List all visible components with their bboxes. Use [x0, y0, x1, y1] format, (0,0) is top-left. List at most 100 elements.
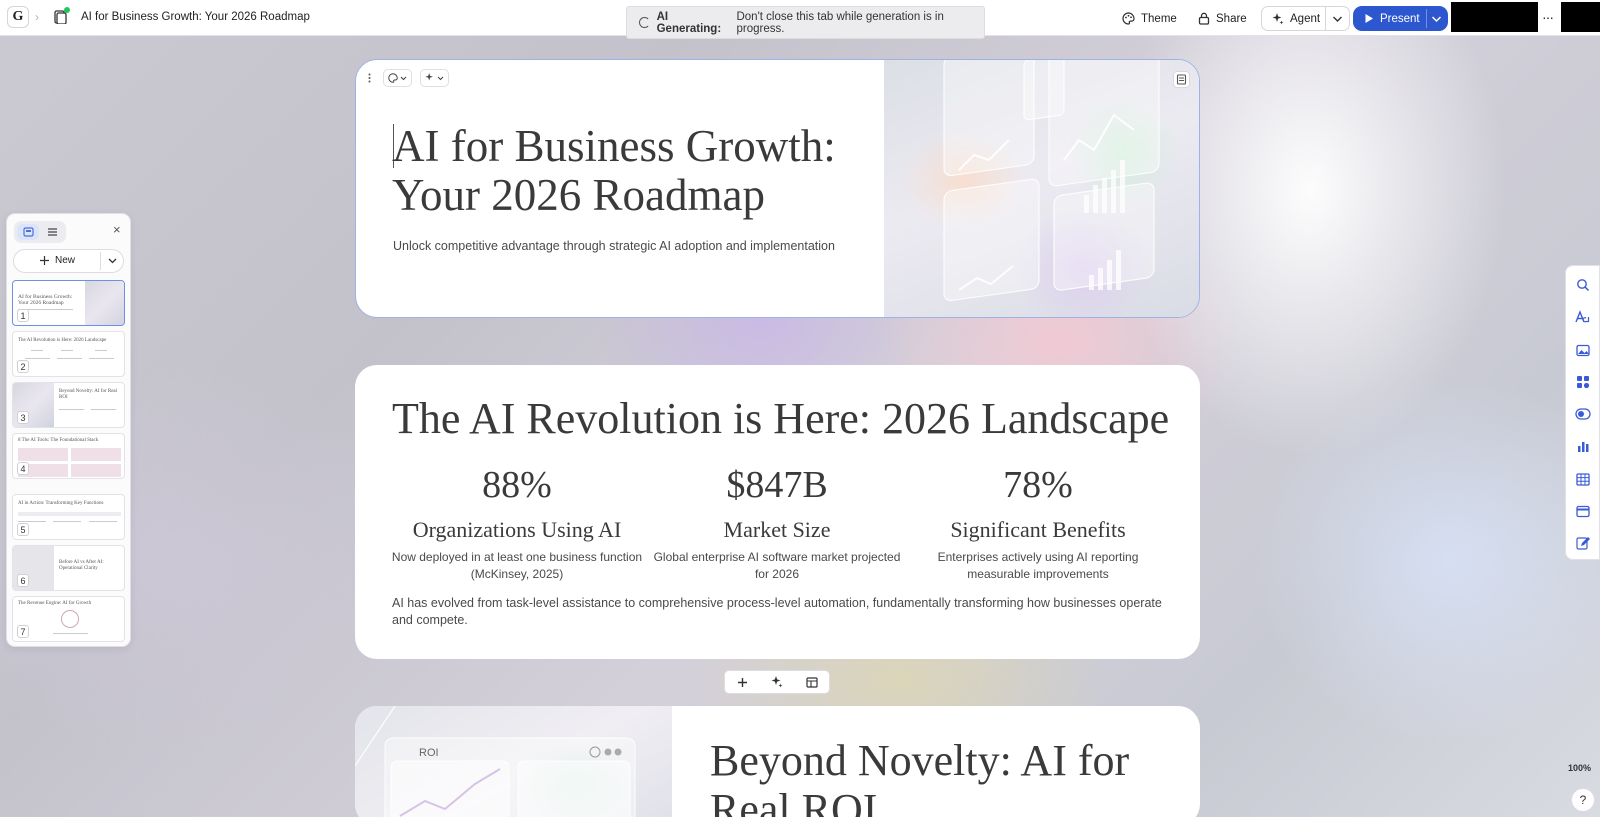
theme-button[interactable]: Theme [1114, 7, 1185, 30]
thumb-number: 5 [17, 523, 29, 536]
slide-thumbnail-6[interactable]: Before AI vs After AI: Operational Clari… [12, 545, 125, 591]
top-bar: G › AI for Business Growth: Your 2026 Ro… [0, 0, 1600, 39]
card-style-button[interactable] [383, 69, 412, 87]
stat-description: Now deployed in at least one business fu… [391, 550, 643, 581]
agent-label: Agent [1290, 12, 1321, 25]
new-chevron-down-icon[interactable] [107, 255, 118, 266]
notes-icon [1176, 74, 1187, 85]
thumb-title: Before AI vs After AI: Operational Clari… [59, 560, 104, 571]
thumb-title: AI for Business Growth: Your 2026 Roadma… [18, 294, 73, 307]
thumb-number: 7 [17, 625, 29, 638]
view-toggle [14, 221, 66, 243]
toggle-icon[interactable] [1575, 406, 1591, 422]
close-icon[interactable]: × [113, 222, 121, 237]
sparkle-icon[interactable] [771, 676, 783, 688]
new-label: New [55, 255, 76, 266]
banner-text: Don't close this tab while generation is… [736, 10, 944, 35]
thumb-title: AI in Action: Transforming Key Functions [18, 501, 104, 506]
embed-icon[interactable] [1575, 503, 1591, 519]
new-slide-group: New [13, 249, 124, 273]
plus-icon[interactable] [737, 677, 748, 688]
lock-icon [1198, 12, 1210, 25]
stat-description: Global enterprise AI software market pro… [653, 550, 901, 581]
stat-value: 78% [1003, 464, 1073, 506]
slide-thumbnail-5[interactable]: AI in Action: Transforming Key Functions… [12, 494, 125, 540]
redacted-area [1451, 2, 1538, 32]
slide-3-card[interactable]: ROI Beyond Novelty: AI for Real ROI [355, 706, 1200, 817]
thumb-title: The Revenue Engine: AI for Growth [18, 601, 92, 606]
drag-handle-icon[interactable] [363, 69, 375, 87]
share-label: Share [1216, 12, 1247, 25]
banner-bold-text: AI Generating: [656, 10, 722, 35]
slide-thumbnail-1[interactable]: AI for Business Growth: Your 2026 Roadma… [12, 280, 125, 326]
thumb-title: The AI Revolution is Here: 2026 Landscap… [18, 338, 107, 343]
spinner-icon [639, 17, 650, 28]
palette-icon [1122, 12, 1135, 25]
new-slide-button[interactable]: New [40, 255, 75, 266]
slide-1-subtitle[interactable]: Unlock competitive advantage through str… [393, 239, 835, 253]
chevron-down-icon [437, 76, 444, 80]
add-card-toolbar [724, 670, 830, 694]
thumbnail-view-button[interactable] [17, 224, 39, 240]
slide-3-title[interactable]: Beyond Novelty: AI for Real ROI [710, 736, 1180, 817]
help-button[interactable]: ? [1571, 788, 1595, 812]
card-ai-button[interactable] [420, 69, 449, 87]
chart-icon[interactable] [1575, 438, 1591, 454]
slide-1-hero-image[interactable] [884, 60, 1199, 317]
stat-label: Organizations Using AI [412, 517, 622, 542]
thumb-number: 3 [17, 411, 29, 424]
slide-1-title[interactable]: AI for Business Growth: Your 2026 Roadma… [392, 122, 862, 220]
agent-button[interactable]: Agent [1264, 7, 1328, 30]
slide-thumbnail-2[interactable]: The AI Revolution is Here: 2026 Landscap… [12, 331, 125, 377]
slide-thumbnail-7[interactable]: The Revenue Engine: AI for Growth 7 [12, 596, 125, 642]
roi-label: ROI [419, 747, 439, 759]
draw-icon[interactable] [1575, 535, 1591, 551]
slide-2-body[interactable]: AI has evolved from task-level assistanc… [392, 595, 1162, 629]
zoom-level[interactable]: 100% [1568, 763, 1591, 773]
app-logo[interactable]: G [7, 6, 29, 28]
redacted-avatar-area [1561, 2, 1600, 32]
dashboard-illustration [943, 60, 1160, 302]
thumb-number: 1 [17, 309, 29, 322]
more-menu-button[interactable]: ··· [1542, 9, 1554, 25]
thumb-number: 2 [17, 360, 29, 373]
document-icon[interactable] [54, 7, 70, 25]
present-button[interactable]: Present [1356, 7, 1428, 30]
slide-3-image[interactable]: ROI [355, 706, 672, 817]
sparkle-icon [1272, 12, 1284, 24]
list-view-button[interactable] [41, 224, 63, 240]
text-format-icon[interactable] [1575, 309, 1591, 325]
grid-icon [22, 227, 34, 237]
sparkle-icon [425, 73, 433, 81]
slide-thumbnail-3[interactable]: Beyond Novelty: AI for Real ROI 3 [12, 382, 125, 428]
elements-icon[interactable] [1575, 374, 1591, 390]
share-button[interactable]: Share [1190, 7, 1255, 30]
chevron-down-icon [400, 76, 407, 80]
thumb-number: 4 [17, 462, 29, 475]
thumb-number: 6 [17, 574, 29, 587]
breadcrumb-separator: › [35, 10, 39, 24]
stat-significant-benefits[interactable]: 78% Significant Benefits Enterprises act… [908, 464, 1168, 583]
play-icon [1365, 14, 1373, 23]
stat-value: 88% [482, 464, 552, 506]
card-notes-button[interactable] [1173, 71, 1190, 88]
slide-thumbnail-4[interactable]: 8 The AI Tools: The Foundational Stack 4 [12, 433, 125, 479]
agent-button-group: Agent [1261, 6, 1350, 31]
table-icon[interactable] [1575, 471, 1591, 487]
layout-icon[interactable] [805, 676, 818, 688]
thumb-title: Beyond Novelty: AI for Real ROI [59, 389, 118, 400]
image-icon[interactable] [1575, 342, 1591, 358]
chevron-down-icon[interactable] [1332, 15, 1343, 23]
slide-2-title[interactable]: The AI Revolution is Here: 2026 Landscap… [392, 393, 1169, 444]
search-icon[interactable] [1575, 277, 1591, 293]
slide-1-card[interactable]: AI for Business Growth: Your 2026 Roadma… [355, 59, 1200, 318]
slide-2-card[interactable]: The AI Revolution is Here: 2026 Landscap… [355, 365, 1200, 659]
stat-organizations-using-ai[interactable]: 88% Organizations Using AI Now deployed … [387, 464, 647, 583]
present-chevron-down-icon[interactable] [1431, 15, 1442, 23]
document-title[interactable]: AI for Business Growth: Your 2026 Roadma… [81, 11, 310, 23]
stat-market-size[interactable]: $847B Market Size Global enterprise AI s… [647, 464, 907, 583]
slides-panel: × New AI for Business Growth: Your 2026 … [6, 213, 131, 647]
stat-label: Market Size [723, 517, 831, 542]
palette-icon [388, 73, 398, 83]
present-label: Present [1380, 12, 1420, 25]
